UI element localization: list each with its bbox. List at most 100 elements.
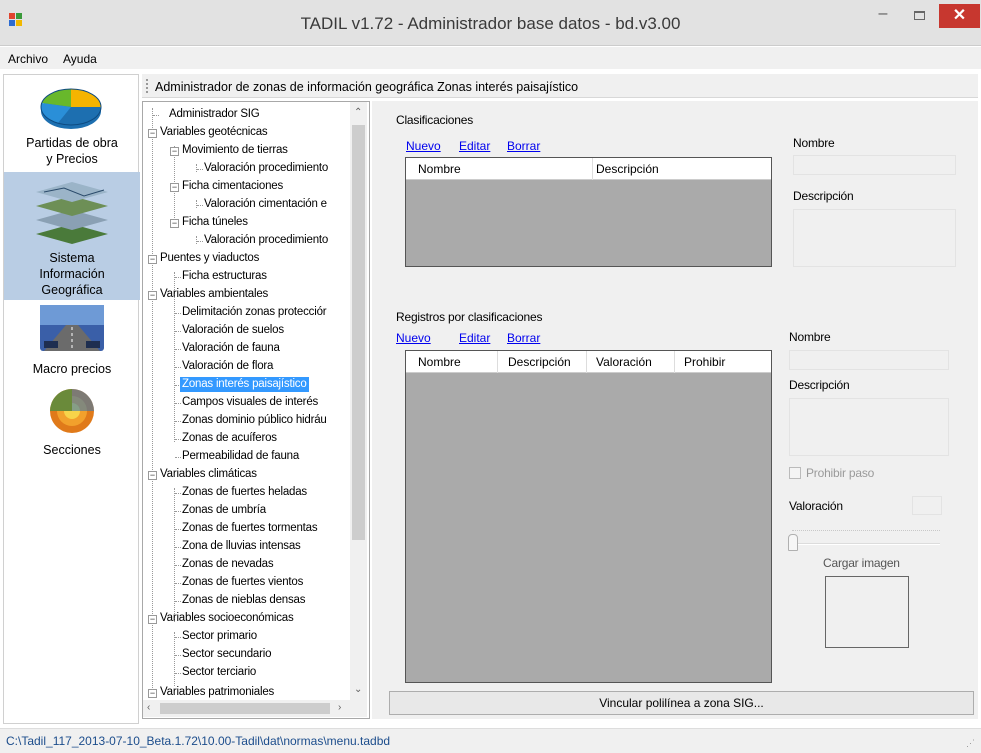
sidebar-item-macro-precios[interactable]: Macro precios [4, 301, 140, 381]
tree-node[interactable]: Variables socioeconómicas [160, 611, 294, 626]
clasif-desc-field[interactable] [793, 209, 956, 267]
tree-node[interactable]: Movimiento de tierras [182, 143, 288, 158]
tree-scroll-thumb[interactable] [352, 125, 365, 540]
page-title: Administrador de zonas de información ge… [155, 80, 579, 94]
tree-node[interactable]: Zonas de fuertes heladas [182, 485, 307, 500]
tree-node[interactable]: Zonas de umbría [182, 503, 266, 518]
scroll-left-icon[interactable]: ‹ [147, 702, 150, 713]
sidebar-label: Geográfica [41, 283, 103, 297]
tree-node[interactable]: Zonas de fuertes vientos [182, 575, 303, 590]
module-sidebar: Partidas de obra y Precios Sistema Infor… [3, 74, 140, 724]
reg-desc-field[interactable] [789, 398, 949, 456]
category-tree[interactable]: Administrador SIG − Variables geotécnica… [142, 101, 370, 719]
clasificaciones-grid[interactable]: Nombre Descripción [405, 157, 772, 267]
tree-node[interactable]: Campos visuales de interés [182, 395, 318, 410]
resize-grip-icon[interactable]: ⋰ [966, 738, 975, 749]
column-header[interactable]: Nombre [418, 355, 461, 369]
tree-node[interactable]: Valoración de fauna [182, 341, 280, 356]
scroll-up-icon[interactable]: ⌃ [354, 107, 362, 118]
grip-handle[interactable] [146, 79, 148, 93]
sidebar-item-partidas[interactable]: Partidas de obra y Precios [4, 75, 140, 171]
gis-layers-icon [36, 182, 108, 244]
prohibit-checkbox[interactable] [789, 467, 801, 479]
tree-node[interactable]: Zonas dominio público hidráu [182, 413, 327, 428]
collapse-icon[interactable]: − [148, 255, 157, 264]
sidebar-label: Partidas de obra [26, 136, 118, 150]
image-box[interactable] [825, 576, 909, 648]
slider-ticks [792, 530, 940, 536]
tree-node[interactable]: Variables patrimoniales [160, 685, 274, 700]
road-navigation-icon [40, 305, 104, 351]
collapse-icon[interactable]: − [148, 615, 157, 624]
collapse-icon[interactable]: − [148, 471, 157, 480]
tree-node[interactable]: Valoración procedimiento [204, 161, 328, 176]
earth-section-icon [50, 389, 94, 433]
valoracion-field[interactable] [912, 496, 942, 515]
valoracion-slider-thumb[interactable] [788, 534, 798, 551]
sidebar-label: Macro precios [32, 362, 112, 376]
collapse-icon[interactable]: − [170, 219, 179, 228]
tree-node[interactable]: Valoración de flora [182, 359, 273, 374]
scroll-corner [350, 700, 367, 717]
reg-edit-link[interactable]: Editar [459, 331, 490, 345]
tree-node[interactable]: Sector primario [182, 629, 257, 644]
tree-node[interactable]: Valoración de suelos [182, 323, 284, 338]
tree-node[interactable]: Zona de lluvias intensas [182, 539, 301, 554]
collapse-icon[interactable]: − [148, 689, 157, 698]
clasif-name-field[interactable] [793, 155, 956, 175]
clasif-edit-link[interactable]: Editar [459, 139, 490, 153]
collapse-icon[interactable]: − [148, 129, 157, 138]
grid-header: Nombre Descripción [406, 158, 771, 180]
sidebar-label: Información [39, 267, 105, 281]
tree-node[interactable]: Sector terciario [182, 665, 256, 680]
menu-ayuda[interactable]: Ayuda [63, 52, 97, 66]
load-image-label[interactable]: Cargar imagen [823, 556, 900, 570]
minimize-button[interactable]: – [868, 5, 898, 27]
clasif-new-link[interactable]: Nuevo [406, 139, 441, 153]
tree-hscroll-thumb[interactable] [160, 703, 330, 714]
menu-archivo[interactable]: Archivo [8, 52, 48, 66]
scroll-right-icon[interactable]: › [338, 702, 341, 713]
tree-node[interactable]: Ficha estructuras [182, 269, 267, 284]
close-button[interactable]: ✕ [939, 4, 980, 28]
sidebar-item-secciones[interactable]: Secciones [4, 382, 140, 462]
tree-node[interactable]: Puentes y viaductos [160, 251, 259, 266]
tree-node[interactable]: Permeabilidad de fauna [182, 449, 299, 464]
tree-node[interactable]: Valoración procedimiento [204, 233, 328, 248]
collapse-icon[interactable]: − [170, 183, 179, 192]
grid-header: Nombre Descripción Valoración Prohibir [406, 351, 771, 373]
tree-node[interactable]: Variables ambientales [160, 287, 268, 302]
tree-node[interactable]: Delimitación zonas protecciór [182, 305, 327, 320]
column-header[interactable]: Descripción [508, 355, 571, 369]
collapse-icon[interactable]: − [170, 147, 179, 156]
tree-node[interactable]: Zonas de nevadas [182, 557, 274, 572]
tree-node-selected[interactable]: Zonas interés paisajístico [180, 377, 309, 392]
reg-name-field[interactable] [789, 350, 949, 370]
column-header[interactable]: Prohibir [684, 355, 725, 369]
valoracion-label: Valoración [789, 499, 843, 513]
tree-node[interactable]: Ficha cimentaciones [182, 179, 283, 194]
maximize-button[interactable] [904, 5, 934, 27]
scroll-down-icon[interactable]: ⌄ [354, 684, 362, 695]
registros-grid[interactable]: Nombre Descripción Valoración Prohibir [405, 350, 772, 683]
reg-delete-link[interactable]: Borrar [507, 331, 540, 345]
tree-node[interactable]: Zonas de nieblas densas [182, 593, 305, 608]
sidebar-item-sig[interactable]: Sistema Información Geográfica [4, 172, 140, 300]
tree-node[interactable]: Valoración cimentación e [204, 197, 327, 212]
column-header[interactable]: Nombre [418, 162, 461, 176]
reg-new-link[interactable]: Nuevo [396, 331, 431, 345]
tree-node[interactable]: Zonas de fuertes tormentas [182, 521, 318, 536]
tree-node[interactable]: Variables geotécnicas [160, 125, 268, 140]
column-header[interactable]: Descripción [596, 162, 659, 176]
section-title-clasificaciones: Clasificaciones [396, 113, 474, 127]
tree-node[interactable]: Variables climáticas [160, 467, 257, 482]
column-header[interactable]: Valoración [596, 355, 652, 369]
valoracion-slider-track[interactable] [792, 543, 940, 545]
collapse-icon[interactable]: − [148, 291, 157, 300]
clasif-delete-link[interactable]: Borrar [507, 139, 540, 153]
tree-node[interactable]: Sector secundario [182, 647, 271, 662]
tree-node[interactable]: Zonas de acuíferos [182, 431, 277, 446]
link-polyline-button[interactable]: Vincular polilínea a zona SIG... [389, 691, 974, 715]
tree-node[interactable]: Administrador SIG [169, 107, 260, 122]
tree-node[interactable]: Ficha túneles [182, 215, 248, 230]
